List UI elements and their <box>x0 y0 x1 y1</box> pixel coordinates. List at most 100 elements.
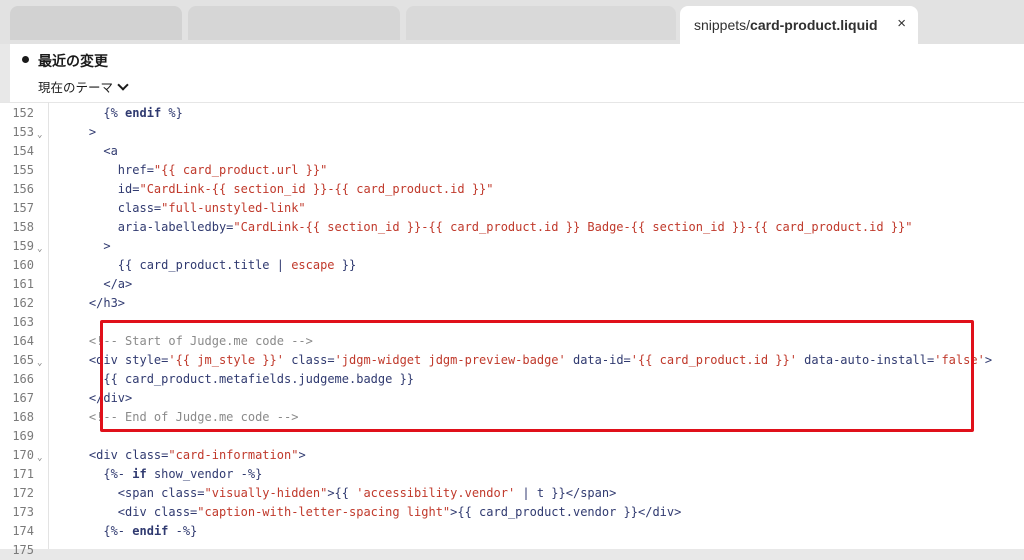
line-number: 174 <box>12 524 34 538</box>
code-token: "{{ card_product.url }}" <box>153 163 328 177</box>
code-token: <div class= <box>117 505 198 519</box>
code-text: <div class="caption-with-letter-spacing … <box>60 503 682 522</box>
code-token: "caption-with-letter-spacing light" <box>197 505 451 519</box>
tab-card-product[interactable]: snippets/card-product.liquid × <box>680 6 918 44</box>
highlight-box <box>100 320 974 432</box>
code-line[interactable]: 170 ⌄ <div class="card-information"> <box>0 446 1024 465</box>
code-token: escape <box>291 258 335 272</box>
code-text: href="{{ card_product.url }}" <box>60 161 328 180</box>
code-line[interactable]: 174 {%- endif -%} <box>0 522 1024 541</box>
code-token: | t }}</span> <box>515 486 617 500</box>
code-token: >{{ <box>327 486 357 500</box>
code-text: {%- if show_vendor -%} <box>60 465 262 484</box>
code-text: {{ card_product.title | escape }} <box>60 256 356 275</box>
code-token: id= <box>117 182 140 196</box>
line-number: 163 <box>12 315 34 329</box>
code-token: "card-information" <box>168 448 299 462</box>
code-line[interactable]: 152 {% endif %} <box>0 104 1024 123</box>
theme-selector[interactable]: 現在のテーマ <box>38 77 129 96</box>
code-line[interactable]: 162 </h3> <box>0 294 1024 313</box>
line-number: 156 <box>12 182 34 196</box>
code-token: > <box>88 125 97 139</box>
line-number: 154 <box>12 144 34 158</box>
code-line[interactable]: 173 <div class="caption-with-letter-spac… <box>0 503 1024 522</box>
code-text: class="full-unstyled-link" <box>60 199 306 218</box>
line-number: 172 <box>12 486 34 500</box>
code-editor[interactable]: 152 {% endif %} 153 ⌄ >154 <a 155 href="{{ … <box>0 102 1024 557</box>
code-line[interactable]: 155 href="{{ card_product.url }}" <box>0 161 1024 180</box>
tab-path-prefix: snippets/ <box>694 17 751 33</box>
line-number: 165 <box>12 353 34 367</box>
code-text: > <box>60 237 111 256</box>
code-line[interactable]: 159 ⌄ > <box>0 237 1024 256</box>
code-text: {%- endif -%} <box>60 522 197 541</box>
line-number: 161 <box>12 277 34 291</box>
line-number: 157 <box>12 201 34 215</box>
code-line[interactable]: 154 <a <box>0 142 1024 161</box>
code-token: "full-unstyled-link" <box>161 201 306 215</box>
code-token: <span class= <box>117 486 205 500</box>
code-text: <div class="card-information"> <box>60 446 306 465</box>
code-token: > <box>984 353 993 367</box>
code-token: >{{ card_product.vendor }}</div> <box>450 505 682 519</box>
code-token: {%- <box>103 524 133 538</box>
line-number: 159 <box>12 239 34 253</box>
code-line[interactable]: 171 {%- if show_vendor -%} <box>0 465 1024 484</box>
code-line[interactable]: 157 class="full-unstyled-link" <box>0 199 1024 218</box>
code-line[interactable]: 158 aria-labelledby="CardLink-{{ section… <box>0 218 1024 237</box>
code-token: endif <box>125 106 162 120</box>
code-token: }} <box>334 258 357 272</box>
code-token: {% <box>103 106 126 120</box>
code-token: {{ card_product.title | <box>117 258 292 272</box>
line-number: 171 <box>12 467 34 481</box>
code-line[interactable]: 161 </a> <box>0 275 1024 294</box>
tab-file-name: card-product.liquid <box>750 17 878 33</box>
code-token: > <box>298 448 306 462</box>
code-token: <a <box>103 144 118 158</box>
code-token: show_vendor -%} <box>146 467 263 481</box>
line-number: 168 <box>12 410 34 424</box>
code-text: </h3> <box>60 294 125 313</box>
line-number: 167 <box>12 391 34 405</box>
recent-changes-title: 最近の変更 <box>38 53 108 69</box>
line-number: 164 <box>12 334 34 348</box>
code-line[interactable]: 172 <span class="visually-hidden">{{ 'ac… <box>0 484 1024 503</box>
line-number: 155 <box>12 163 34 177</box>
code-text: id="CardLink-{{ section_id }}-{{ card_pr… <box>60 180 494 199</box>
code-token: > <box>103 239 111 253</box>
line-number: 152 <box>12 106 34 120</box>
code-token: aria-labelledby= <box>117 220 234 234</box>
tab-blurred-2[interactable] <box>188 6 400 40</box>
code-token: </a> <box>103 277 133 291</box>
code-token: endif <box>132 524 169 538</box>
tab-blurred-1[interactable] <box>10 6 182 40</box>
code-token: %} <box>161 106 183 120</box>
code-token: </h3> <box>88 296 126 310</box>
chevron-down-icon <box>117 79 129 91</box>
line-number: 166 <box>12 372 34 386</box>
editor-divider <box>0 102 1024 103</box>
code-text: aria-labelledby="CardLink-{{ section_id … <box>60 218 913 237</box>
code-token: "CardLink-{{ section_id }}-{{ card_produ… <box>233 220 913 234</box>
code-token: "visually-hidden" <box>204 486 328 500</box>
line-number: 173 <box>12 505 34 519</box>
line-number: 162 <box>12 296 34 310</box>
line-number: 158 <box>12 220 34 234</box>
line-number: 153 <box>12 125 34 139</box>
line-number: 170 <box>12 448 34 462</box>
code-text: {% endif %} <box>60 104 183 123</box>
editor-header: 最近の変更 現在のテーマ <box>10 44 1024 102</box>
theme-selector-label: 現在のテーマ <box>38 81 114 95</box>
code-token: class= <box>117 201 162 215</box>
tab-bar: snippets/card-product.liquid × <box>0 0 1024 44</box>
line-number: 169 <box>12 429 34 443</box>
code-token: 'accessibility.vendor' <box>356 486 516 500</box>
code-line[interactable]: 160 {{ card_product.title | escape }} <box>0 256 1024 275</box>
code-token: -%} <box>168 524 198 538</box>
line-number: 175 <box>12 543 34 557</box>
code-line[interactable]: 175 <box>0 541 1024 560</box>
code-line[interactable]: 156 id="CardLink-{{ section_id }}-{{ car… <box>0 180 1024 199</box>
tab-blurred-3[interactable] <box>406 6 676 40</box>
close-icon[interactable]: × <box>897 15 906 32</box>
code-line[interactable]: 153 ⌄ > <box>0 123 1024 142</box>
